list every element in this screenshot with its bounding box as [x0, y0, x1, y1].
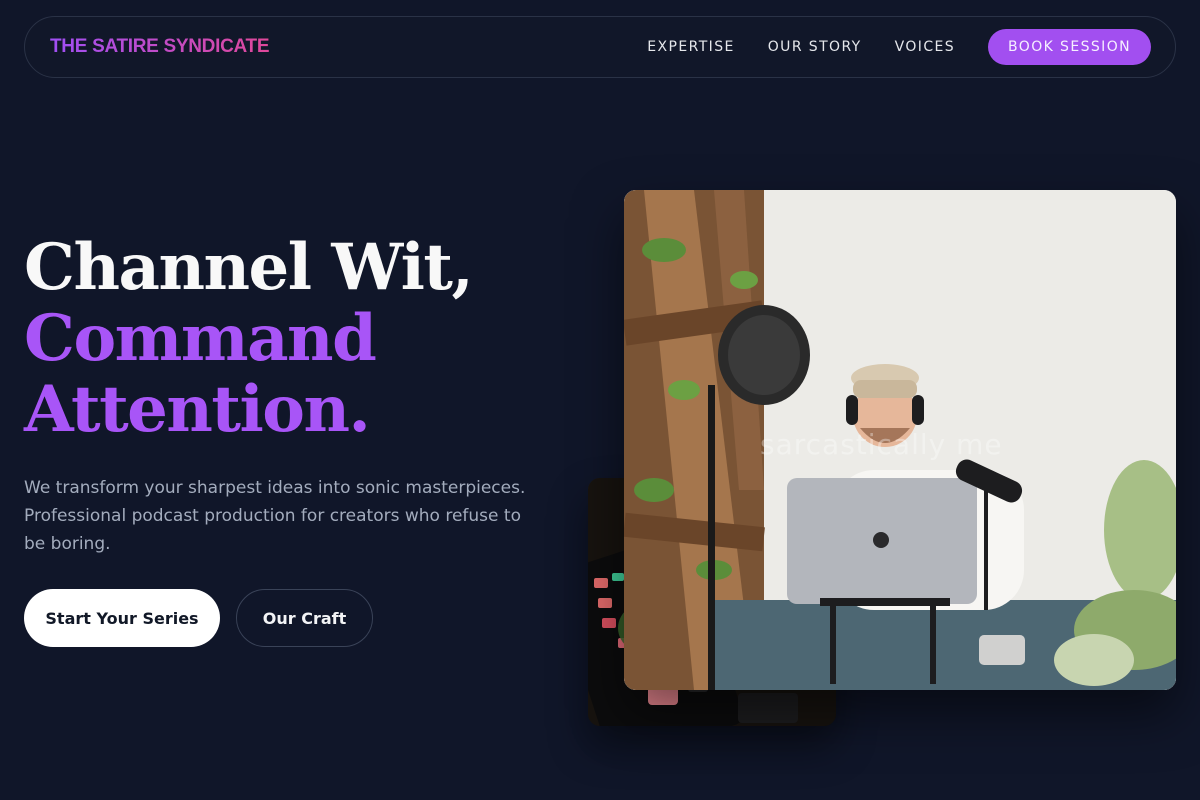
photo-watermark: sarcastically me	[760, 428, 1003, 461]
hero-title: Channel Wit, Command Attention.	[24, 232, 564, 445]
nav-link-our-story[interactable]: OUR STORY	[768, 39, 862, 55]
brand-logo[interactable]: THE SATIRE SYNDICATE	[50, 36, 270, 58]
nav-link-expertise[interactable]: EXPERTISE	[647, 39, 734, 55]
top-nav: THE SATIRE SYNDICATE EXPERTISE OUR STORY…	[24, 16, 1176, 78]
hero-title-line3: Attention.	[24, 372, 371, 447]
hero-title-line2: Command	[24, 301, 377, 376]
nav-links: EXPERTISE OUR STORY VOICES BOOK SESSION	[647, 29, 1151, 65]
nav-link-voices[interactable]: VOICES	[895, 39, 955, 55]
hero-subtitle: We transform your sharpest ideas into so…	[24, 478, 526, 554]
page: THE SATIRE SYNDICATE EXPERTISE OUR STORY…	[0, 0, 1200, 800]
our-craft-button[interactable]: Our Craft	[236, 589, 373, 647]
hero-title-line1: Channel Wit,	[24, 230, 474, 305]
book-session-button[interactable]: BOOK SESSION	[988, 29, 1151, 65]
start-series-button[interactable]: Start Your Series	[24, 589, 220, 647]
